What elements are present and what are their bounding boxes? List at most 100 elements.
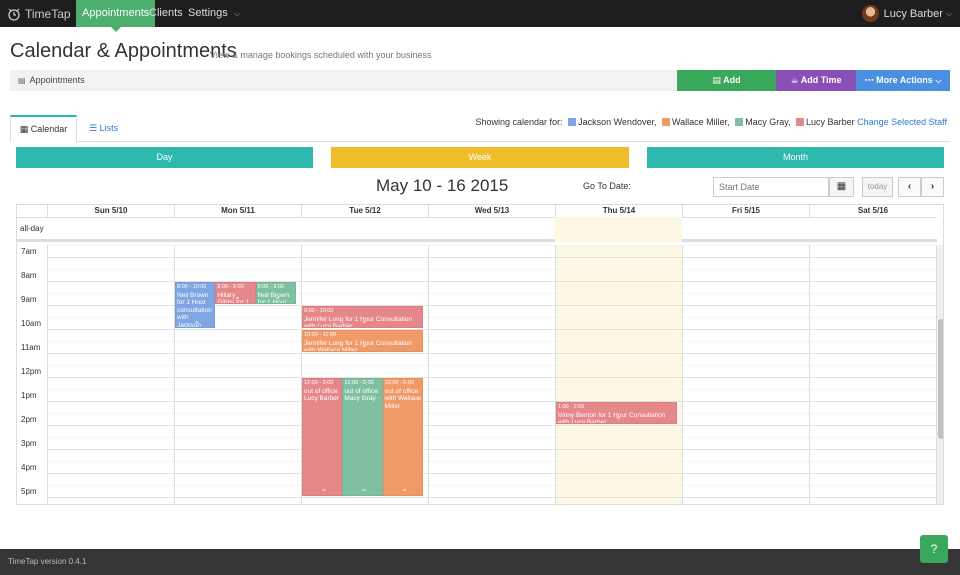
column-divider [809, 245, 810, 504]
hour-label: 10am [21, 319, 42, 328]
chevron-left-icon: ‹ [907, 181, 912, 192]
calendar-icon: ▦ [19, 124, 29, 134]
resize-handle-icon[interactable]: = [403, 488, 407, 494]
hour-line [47, 497, 937, 498]
next-week-button[interactable]: › [921, 177, 944, 197]
hour-line [47, 473, 937, 474]
previous-week-button[interactable]: ‹ [898, 177, 921, 197]
staff-name: Jackson Wendover, [578, 117, 657, 127]
resize-handle-icon[interactable]: = [322, 488, 326, 494]
view-week-button[interactable]: Week [331, 147, 629, 168]
user-name: Lucy Barber [883, 7, 943, 20]
appointment-event[interactable]: 8:00 - 9:00Hillary Gibbs for 1 Hour Cons… [215, 282, 256, 304]
chevron-right-icon: › [930, 181, 935, 192]
staff-name: Wallace Miller, [671, 117, 730, 127]
chevron-down-icon: ⌵ [945, 8, 952, 18]
all-day-row[interactable] [17, 217, 937, 242]
hour-label: 7am [21, 247, 37, 256]
version-text: TimeTap version 0.4.1 [8, 557, 87, 566]
hour-line [47, 329, 937, 330]
nav-appointments[interactable]: Appointments [76, 0, 156, 32]
staff-filter: Showing calendar for: Jackson Wendover, … [476, 117, 948, 127]
staff-name: Macy Gray, [745, 117, 791, 127]
column-divider [682, 245, 683, 504]
all-day-label: all-day [20, 224, 44, 233]
page-subtitle: View & manage bookings scheduled with yo… [210, 50, 432, 60]
resize-handle-icon[interactable]: = [363, 344, 367, 350]
staff-color-swatch [568, 118, 577, 126]
change-staff-link[interactable]: Change Selected Staff [857, 117, 947, 127]
appointment-event[interactable]: 8:00 - 9:00 Neil Brown for 1 Hour = [255, 282, 296, 304]
event-time: 1:00 - 2:00 [558, 404, 585, 410]
hour-label: 5pm [21, 487, 37, 496]
resize-handle-icon[interactable]: = [363, 320, 367, 326]
today-button[interactable]: today [862, 177, 893, 197]
avatar [861, 5, 879, 22]
scrollbar-thumb[interactable] [938, 319, 943, 439]
calendar-picker-button[interactable]: ▦ [829, 177, 854, 197]
footer: TimeTap version 0.4.1 [0, 549, 960, 575]
hour-line [47, 353, 937, 354]
gutter-divider [47, 245, 48, 504]
appointment-event[interactable]: 10:00 - 11:00 Jennifer Long for 1 Hour Co… [302, 330, 423, 352]
resize-handle-icon[interactable]: = [235, 296, 239, 302]
page-title: Calendar & Appointments [10, 40, 237, 62]
tab-lists[interactable]: ☰ Lists [89, 120, 118, 137]
appointment-event[interactable]: 12:00 - 5:00 out of office Lucy Barber = [302, 378, 343, 496]
nav-clients[interactable]: Clients [149, 0, 183, 27]
today-column-highlight [555, 245, 682, 504]
hour-label: 1pm [21, 391, 37, 400]
list-icon: ☰ [89, 123, 98, 133]
staff-color-swatch [661, 118, 670, 126]
half-hour-line [47, 485, 937, 486]
day-header: Wed 5/13 [428, 205, 555, 217]
half-hour-line [47, 365, 937, 366]
appointment-event[interactable]: 12:00 - 5:00 out of office Macy Gray = [342, 378, 383, 496]
breadcrumb-label: Appointments [29, 75, 85, 85]
hour-label: 3pm [21, 439, 37, 448]
more-actions-button[interactable]: ⋯ More Actions ⌵ [856, 70, 950, 91]
event-time: 8:00 - 9:00 [217, 284, 244, 290]
add-appointment-button[interactable]: ▤ Add Appointment [677, 70, 776, 106]
view-month-button[interactable]: Month [647, 147, 944, 168]
nav-settings-label: Settings [188, 7, 228, 19]
timetap-logo[interactable]: TimeTap [6, 5, 71, 22]
hour-label: 2pm [21, 415, 37, 424]
help-chat-button[interactable]: ? [920, 535, 948, 563]
resize-handle-icon[interactable]: = [195, 320, 199, 326]
add-time-off-label: Add Time Off [800, 75, 842, 106]
hour-label: 12pm [21, 367, 42, 376]
event-title: out of office Lucy Barber [304, 387, 340, 403]
event-time: 12:00 - 5:00 [344, 380, 374, 386]
hour-label: 8am [21, 271, 37, 280]
tab-calendar[interactable]: ▦ Calendar [10, 115, 77, 142]
view-day-button[interactable]: Day [16, 147, 313, 168]
appointment-event[interactable]: 12:00 - 5:00 out of office with Wallace M… [382, 378, 423, 496]
start-date-input[interactable] [713, 177, 829, 197]
half-hour-line [47, 437, 937, 438]
week-calendar: Sun 5/10 Mon 5/11 Tue 5/12 Wed 5/13 Thu 5/14… [16, 204, 944, 505]
half-hour-line [47, 341, 937, 342]
event-time: 8:00 - 9:00 [257, 284, 284, 290]
event-title: Jennifer Long for 1 Hour Consultation wi… [304, 315, 413, 328]
resize-handle-icon[interactable]: = [276, 296, 280, 302]
staff-color-swatch [735, 118, 744, 126]
day-header: Thu 5/14 [555, 205, 682, 217]
user-menu[interactable]: Lucy Barber ⌵ [861, 0, 952, 27]
time-grid[interactable]: 7am 8am 9am 10am 11am 12pm 1pm 2pm 3pm 4pm 5pm 8:00… [17, 217, 937, 504]
today-column-highlight [555, 217, 682, 242]
resize-handle-icon[interactable]: = [617, 416, 621, 422]
appointment-event[interactable]: 8:00 - 10:00 Neil Brown for 1 Hour consul… [175, 282, 216, 328]
add-time-off-button[interactable]: ☕ Add Time Off [776, 70, 856, 106]
resize-handle-icon[interactable]: = [362, 488, 366, 494]
column-divider [428, 245, 429, 504]
hour-line [47, 449, 937, 450]
event-time: 8:00 - 10:00 [177, 284, 207, 290]
hour-line [47, 401, 937, 402]
appointment-event[interactable]: 9:00 - 10:00 Jennifer Long for 1 Hour Con… [302, 306, 423, 328]
appointment-event[interactable]: 1:00 - 2:00 Vinny Benton for 1 Hour Consu… [556, 402, 677, 424]
showing-label: Showing calendar for: [475, 117, 563, 127]
half-hour-line [47, 245, 937, 246]
nav-settings[interactable]: Settings ⌵ [188, 0, 240, 27]
staff-name: Lucy Barber [806, 117, 855, 127]
